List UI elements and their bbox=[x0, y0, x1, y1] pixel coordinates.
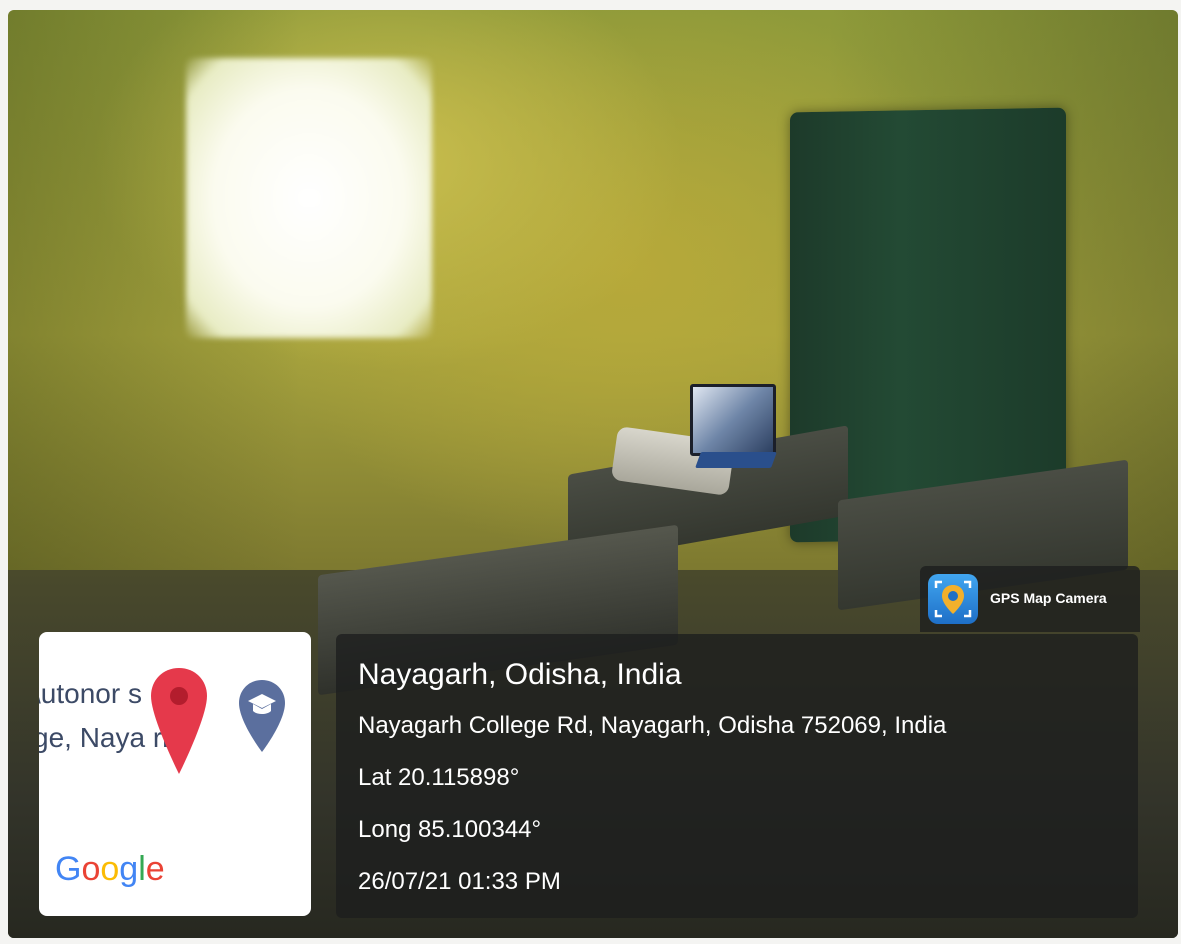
gps-map-camera-icon bbox=[928, 574, 978, 624]
location-title: Nayagarh, Odisha, India bbox=[358, 658, 682, 691]
map-thumbnail: \utonor s ge, Naya rh Google bbox=[39, 632, 311, 916]
laptop-base bbox=[695, 452, 777, 468]
map-pin-icon bbox=[151, 668, 207, 774]
timestamp: 26/07/21 01:33 PM bbox=[358, 868, 561, 895]
google-letter: l bbox=[138, 850, 146, 888]
gps-map-camera-badge: GPS Map Camera bbox=[920, 566, 1140, 632]
location-address: Nayagarh College Rd, Nayagarh, Odisha 75… bbox=[358, 712, 947, 739]
bright-window bbox=[186, 58, 432, 338]
google-letter: e bbox=[145, 850, 165, 888]
google-letter: o bbox=[100, 850, 120, 888]
google-letter: o bbox=[81, 850, 101, 888]
laptop-screen bbox=[690, 384, 776, 456]
app-name-label: GPS Map Camera bbox=[990, 590, 1107, 606]
latitude: Lat 20.115898° bbox=[358, 764, 520, 791]
google-letter: g bbox=[119, 850, 139, 888]
google-letter: G bbox=[55, 850, 82, 888]
graduation-cap-pin-icon bbox=[239, 680, 285, 752]
google-logo: Google bbox=[55, 850, 165, 889]
longitude: Long 85.100344° bbox=[358, 816, 542, 843]
map-place-label-line1: \utonor s bbox=[39, 678, 142, 709]
location-info-panel: Nayagarh, Odisha, India Nayagarh College… bbox=[336, 634, 1138, 918]
